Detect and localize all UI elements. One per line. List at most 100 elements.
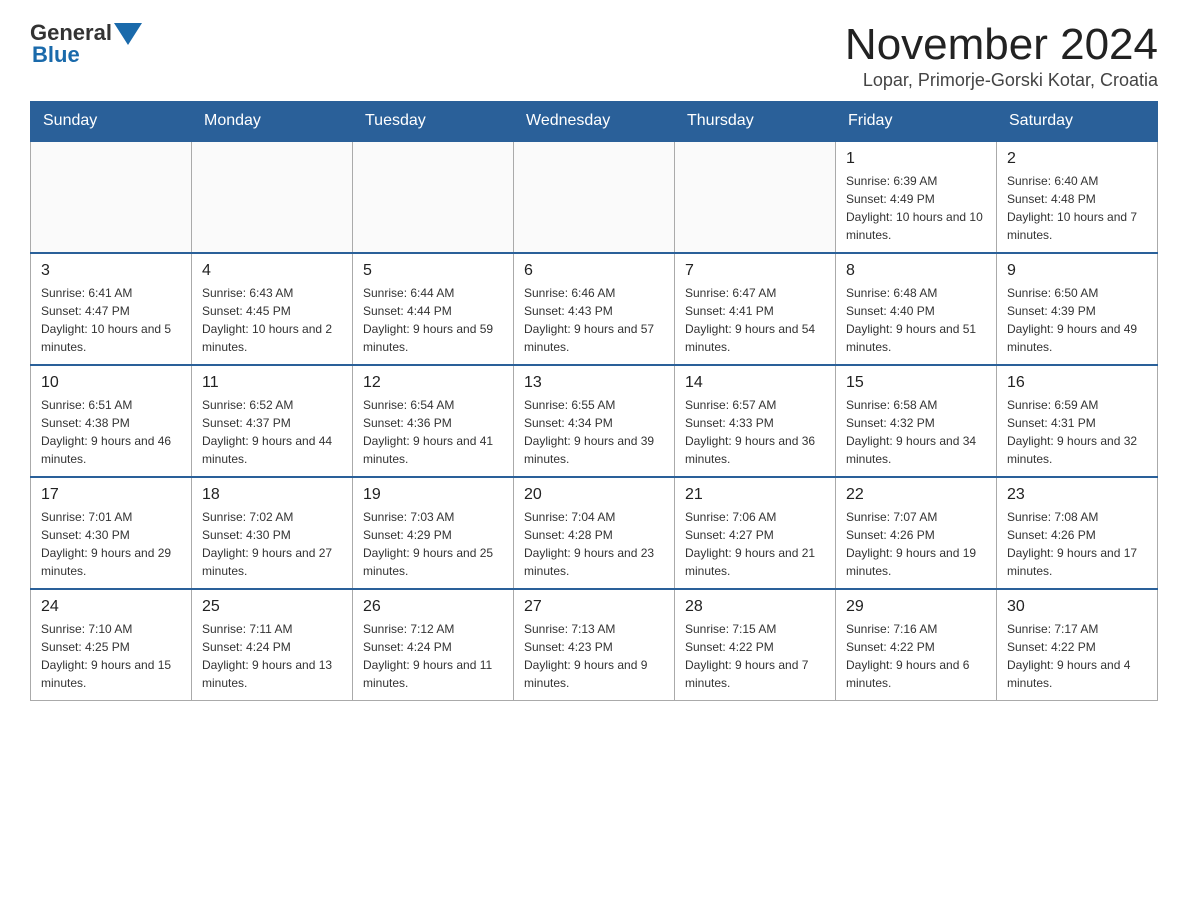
calendar-cell: 25 Sunrise: 7:11 AM Sunset: 4:24 PM Dayli…: [192, 589, 353, 701]
day-number: 14: [685, 374, 825, 392]
week-row-1: 1 Sunrise: 6:39 AM Sunset: 4:49 PM Daylig…: [31, 141, 1158, 253]
calendar-cell: [675, 141, 836, 253]
day-info: Sunrise: 6:51 AM Sunset: 4:38 PM Dayligh…: [41, 396, 181, 468]
day-number: 21: [685, 486, 825, 504]
calendar-cell: 15 Sunrise: 6:58 AM Sunset: 4:32 PM Dayli…: [836, 365, 997, 477]
day-number: 12: [363, 374, 503, 392]
logo-triangle-icon: [114, 23, 142, 45]
day-number: 2: [1007, 150, 1147, 168]
day-info: Sunrise: 6:52 AM Sunset: 4:37 PM Dayligh…: [202, 396, 342, 468]
col-header-saturday: Saturday: [997, 102, 1158, 142]
calendar-cell: 29 Sunrise: 7:16 AM Sunset: 4:22 PM Dayli…: [836, 589, 997, 701]
calendar-cell: 17Sunrise: 7:01 AM Sunset: 4:30 PM Dayli…: [31, 477, 192, 589]
logo-blue: Blue: [30, 42, 80, 68]
calendar-cell: 5 Sunrise: 6:44 AM Sunset: 4:44 PM Daylig…: [353, 253, 514, 365]
day-number: 5: [363, 262, 503, 280]
col-header-monday: Monday: [192, 102, 353, 142]
calendar-cell: 8Sunrise: 6:48 AM Sunset: 4:40 PM Daylig…: [836, 253, 997, 365]
day-info: Sunrise: 7:17 AM Sunset: 4:22 PM Dayligh…: [1007, 620, 1147, 692]
calendar-cell: 30 Sunrise: 7:17 AM Sunset: 4:22 PM Dayli…: [997, 589, 1158, 701]
day-number: 22: [846, 486, 986, 504]
calendar-cell: 20 Sunrise: 7:04 AM Sunset: 4:28 PM Dayli…: [514, 477, 675, 589]
day-info: Sunrise: 6:43 AM Sunset: 4:45 PM Dayligh…: [202, 284, 342, 356]
day-info: Sunrise: 7:12 AM Sunset: 4:24 PM Dayligh…: [363, 620, 503, 692]
col-header-tuesday: Tuesday: [353, 102, 514, 142]
week-row-5: 24 Sunrise: 7:10 AM Sunset: 4:25 PM Dayli…: [31, 589, 1158, 701]
day-info: Sunrise: 7:04 AM Sunset: 4:28 PM Dayligh…: [524, 508, 664, 580]
day-number: 24: [41, 598, 181, 616]
day-info: Sunrise: 7:07 AM Sunset: 4:26 PM Dayligh…: [846, 508, 986, 580]
day-info: Sunrise: 6:57 AM Sunset: 4:33 PM Dayligh…: [685, 396, 825, 468]
day-number: 10: [41, 374, 181, 392]
week-row-3: 10 Sunrise: 6:51 AM Sunset: 4:38 PM Dayli…: [31, 365, 1158, 477]
day-number: 29: [846, 598, 986, 616]
day-info: Sunrise: 7:10 AM Sunset: 4:25 PM Dayligh…: [41, 620, 181, 692]
calendar-cell: [192, 141, 353, 253]
calendar-cell: 3 Sunrise: 6:41 AM Sunset: 4:47 PM Daylig…: [31, 253, 192, 365]
month-year-title: November 2024: [845, 20, 1158, 70]
day-info: Sunrise: 7:15 AM Sunset: 4:22 PM Dayligh…: [685, 620, 825, 692]
day-number: 25: [202, 598, 342, 616]
calendar-cell: 12 Sunrise: 6:54 AM Sunset: 4:36 PM Dayli…: [353, 365, 514, 477]
calendar-cell: 19 Sunrise: 7:03 AM Sunset: 4:29 PM Dayli…: [353, 477, 514, 589]
calendar-cell: 7Sunrise: 6:47 AM Sunset: 4:41 PM Daylig…: [675, 253, 836, 365]
day-number: 17: [41, 486, 181, 504]
day-number: 13: [524, 374, 664, 392]
day-info: Sunrise: 7:03 AM Sunset: 4:29 PM Dayligh…: [363, 508, 503, 580]
day-info: Sunrise: 6:44 AM Sunset: 4:44 PM Dayligh…: [363, 284, 503, 356]
day-number: 19: [363, 486, 503, 504]
day-number: 23: [1007, 486, 1147, 504]
calendar-cell: 10 Sunrise: 6:51 AM Sunset: 4:38 PM Dayli…: [31, 365, 192, 477]
calendar-table: SundayMondayTuesdayWednesdayThursdayFrid…: [30, 101, 1158, 701]
day-number: 8: [846, 262, 986, 280]
calendar-header-row: SundayMondayTuesdayWednesdayThursdayFrid…: [31, 102, 1158, 142]
page-header: General Blue November 2024 Lopar, Primor…: [30, 20, 1158, 91]
day-info: Sunrise: 6:55 AM Sunset: 4:34 PM Dayligh…: [524, 396, 664, 468]
calendar-cell: 4 Sunrise: 6:43 AM Sunset: 4:45 PM Daylig…: [192, 253, 353, 365]
col-header-sunday: Sunday: [31, 102, 192, 142]
day-number: 9: [1007, 262, 1147, 280]
col-header-friday: Friday: [836, 102, 997, 142]
calendar-cell: 23 Sunrise: 7:08 AM Sunset: 4:26 PM Dayli…: [997, 477, 1158, 589]
day-number: 26: [363, 598, 503, 616]
col-header-wednesday: Wednesday: [514, 102, 675, 142]
day-number: 28: [685, 598, 825, 616]
day-number: 18: [202, 486, 342, 504]
day-info: Sunrise: 6:54 AM Sunset: 4:36 PM Dayligh…: [363, 396, 503, 468]
day-number: 20: [524, 486, 664, 504]
calendar-cell: 14 Sunrise: 6:57 AM Sunset: 4:33 PM Dayli…: [675, 365, 836, 477]
calendar-cell: 13 Sunrise: 6:55 AM Sunset: 4:34 PM Dayli…: [514, 365, 675, 477]
day-number: 27: [524, 598, 664, 616]
day-info: Sunrise: 7:11 AM Sunset: 4:24 PM Dayligh…: [202, 620, 342, 692]
week-row-2: 3 Sunrise: 6:41 AM Sunset: 4:47 PM Daylig…: [31, 253, 1158, 365]
day-number: 6: [524, 262, 664, 280]
week-row-4: 17Sunrise: 7:01 AM Sunset: 4:30 PM Dayli…: [31, 477, 1158, 589]
calendar-cell: 6 Sunrise: 6:46 AM Sunset: 4:43 PM Daylig…: [514, 253, 675, 365]
logo: General Blue: [30, 20, 142, 68]
calendar-cell: [353, 141, 514, 253]
calendar-cell: 2Sunrise: 6:40 AM Sunset: 4:48 PM Daylig…: [997, 141, 1158, 253]
day-info: Sunrise: 6:39 AM Sunset: 4:49 PM Dayligh…: [846, 172, 986, 244]
calendar-cell: 24 Sunrise: 7:10 AM Sunset: 4:25 PM Dayli…: [31, 589, 192, 701]
day-info: Sunrise: 6:50 AM Sunset: 4:39 PM Dayligh…: [1007, 284, 1147, 356]
day-info: Sunrise: 7:06 AM Sunset: 4:27 PM Dayligh…: [685, 508, 825, 580]
title-block: November 2024 Lopar, Primorje-Gorski Kot…: [845, 20, 1158, 91]
day-number: 7: [685, 262, 825, 280]
calendar-cell: 21 Sunrise: 7:06 AM Sunset: 4:27 PM Dayli…: [675, 477, 836, 589]
day-number: 3: [41, 262, 181, 280]
day-number: 15: [846, 374, 986, 392]
day-info: Sunrise: 7:16 AM Sunset: 4:22 PM Dayligh…: [846, 620, 986, 692]
col-header-thursday: Thursday: [675, 102, 836, 142]
day-info: Sunrise: 6:58 AM Sunset: 4:32 PM Dayligh…: [846, 396, 986, 468]
calendar-cell: 11Sunrise: 6:52 AM Sunset: 4:37 PM Dayli…: [192, 365, 353, 477]
day-number: 4: [202, 262, 342, 280]
calendar-cell: 16Sunrise: 6:59 AM Sunset: 4:31 PM Dayli…: [997, 365, 1158, 477]
day-info: Sunrise: 7:02 AM Sunset: 4:30 PM Dayligh…: [202, 508, 342, 580]
calendar-cell: [514, 141, 675, 253]
day-info: Sunrise: 7:08 AM Sunset: 4:26 PM Dayligh…: [1007, 508, 1147, 580]
day-info: Sunrise: 6:41 AM Sunset: 4:47 PM Dayligh…: [41, 284, 181, 356]
day-number: 1: [846, 150, 986, 168]
day-info: Sunrise: 6:59 AM Sunset: 4:31 PM Dayligh…: [1007, 396, 1147, 468]
day-number: 30: [1007, 598, 1147, 616]
day-info: Sunrise: 6:46 AM Sunset: 4:43 PM Dayligh…: [524, 284, 664, 356]
